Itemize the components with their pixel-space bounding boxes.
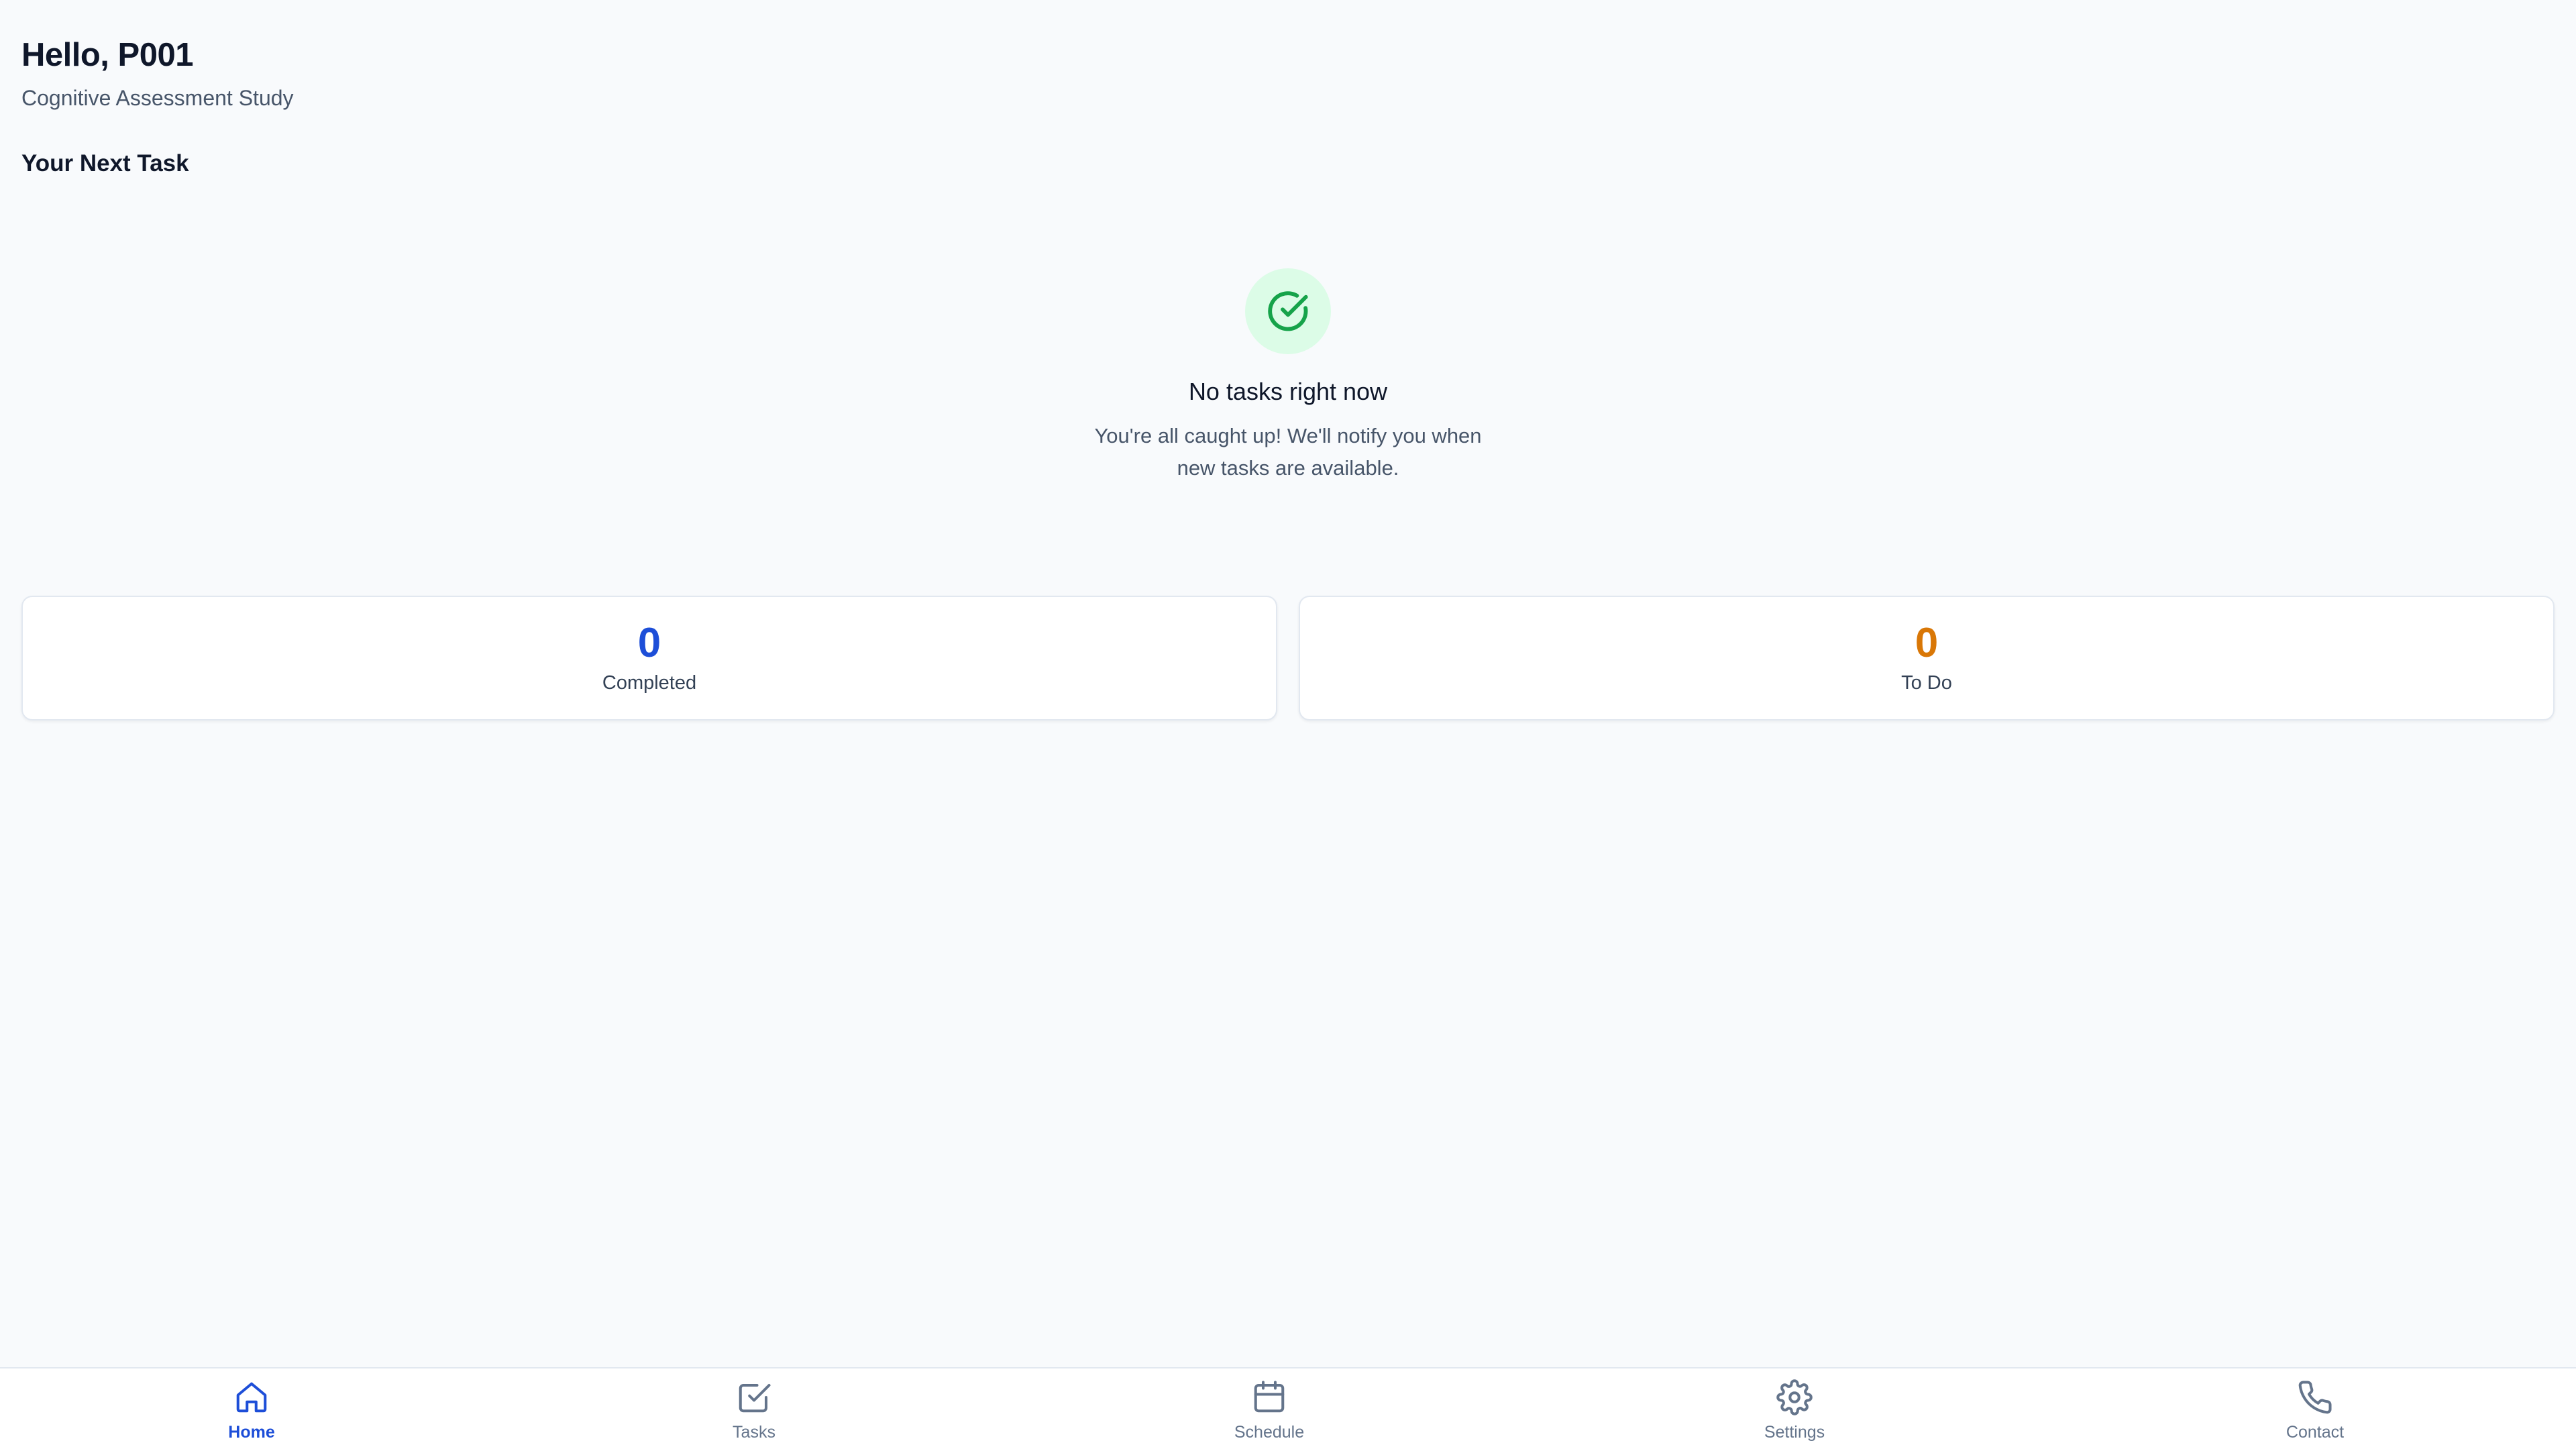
nav-item-settings[interactable]: Settings (1714, 1379, 1875, 1442)
home-screen: Hello, P001 Cognitive Assessment Study Y… (0, 0, 2576, 1449)
completed-label: Completed (602, 672, 697, 694)
checkbox-icon (739, 1383, 771, 1413)
to-do-count: 0 (1915, 620, 1939, 666)
nav-label-home: Home (228, 1423, 275, 1442)
nav-item-tasks[interactable]: Tasks (674, 1379, 835, 1442)
home-icon (236, 1382, 267, 1413)
next-task-section-title: Your Next Task (21, 150, 189, 176)
nav-label-contact: Contact (2286, 1423, 2345, 1442)
bottom-navigation: Home Tasks Schedule Settings Contact (0, 1367, 2576, 1449)
calendar-icon (1254, 1381, 1285, 1413)
nav-label-settings: Settings (1764, 1423, 1825, 1442)
stat-card-completed: 0 Completed (21, 596, 1277, 720)
check-circle-icon (1268, 291, 1308, 331)
stat-card-to-do: 0 To Do (1299, 596, 2555, 720)
completed-count: 0 (637, 620, 661, 666)
next-task-empty-state: No tasks right now You're all caught up!… (21, 268, 2555, 484)
phone-icon (2298, 1381, 2332, 1414)
empty-state-icon-badge (1245, 268, 1331, 354)
gear-icon (1776, 1379, 1813, 1415)
empty-state-description: You're all caught up! We'll notify you w… (1094, 424, 1482, 480)
task-stats: 0 Completed 0 To Do (21, 596, 2555, 720)
nav-label-schedule: Schedule (1234, 1423, 1305, 1442)
nav-label-tasks: Tasks (733, 1423, 775, 1442)
study-name: Cognitive Assessment Study (21, 86, 294, 110)
nav-item-home[interactable]: Home (171, 1379, 332, 1442)
empty-state-title: No tasks right now (1188, 378, 1388, 405)
nav-item-contact[interactable]: Contact (2235, 1379, 2396, 1442)
greeting-title: Hello, P001 (21, 37, 193, 73)
to-do-label: To Do (1901, 672, 1952, 694)
nav-item-schedule[interactable]: Schedule (1189, 1379, 1350, 1442)
